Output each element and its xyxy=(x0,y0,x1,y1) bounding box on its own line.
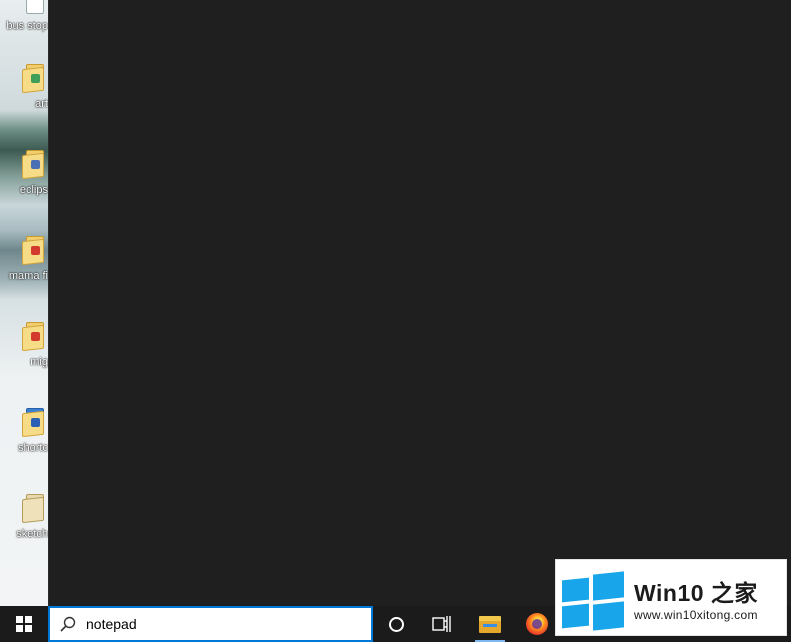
windows-logo-icon xyxy=(562,571,624,631)
folder-icon xyxy=(22,492,48,524)
desktop-icon-sketch[interactable]: sketch xyxy=(0,492,48,562)
folder-icon xyxy=(22,320,48,352)
desktop-icon-label: art xyxy=(35,98,48,110)
desktop-icon-label: mig xyxy=(30,356,48,368)
desktop-icon-label: sketch xyxy=(16,528,48,540)
folder-icon xyxy=(22,234,48,266)
taskbar-search-box[interactable] xyxy=(48,606,373,642)
desktop-icon-label: eclips xyxy=(19,184,48,196)
folder-icon xyxy=(479,615,501,633)
desktop-background: bus stop art eclips mama fi mig shortc s… xyxy=(0,0,48,606)
folder-icon xyxy=(22,148,48,180)
watermark-url: www.win10xitong.com xyxy=(634,608,758,622)
circle-icon xyxy=(388,616,404,632)
firefox-icon xyxy=(526,613,548,635)
cortana-button[interactable] xyxy=(373,606,419,642)
desktop-icon-label: bus stop xyxy=(6,20,48,32)
start-button[interactable] xyxy=(0,606,48,642)
task-view-icon xyxy=(432,616,451,632)
watermark-badge: Win10 之家 www.win10xitong.com xyxy=(555,559,787,636)
desktop-icon-label: shortc xyxy=(18,442,48,454)
task-view-button[interactable] xyxy=(419,606,465,642)
folder-icon xyxy=(22,62,48,94)
desktop-icon-mama[interactable]: mama fi xyxy=(0,234,48,304)
search-input[interactable] xyxy=(86,609,356,639)
desktop-icon-bus-stop[interactable]: bus stop xyxy=(0,0,48,56)
search-results-panel xyxy=(48,0,791,606)
firefox-button[interactable] xyxy=(514,606,560,642)
shortcut-folder-icon xyxy=(22,406,48,438)
desktop-icon-shortcut[interactable]: shortc xyxy=(0,406,48,476)
search-icon xyxy=(50,608,86,640)
windows-logo-icon xyxy=(16,616,32,632)
desktop-icon-label: mama fi xyxy=(8,270,48,282)
watermark-title: Win10 之家 xyxy=(634,580,758,606)
desktop-icon-art[interactable]: art xyxy=(0,62,48,132)
image-file-icon xyxy=(22,0,48,16)
desktop-icon-eclips[interactable]: eclips xyxy=(0,148,48,218)
desktop-icon-mig[interactable]: mig xyxy=(0,320,48,390)
file-explorer-button[interactable] xyxy=(467,606,513,642)
